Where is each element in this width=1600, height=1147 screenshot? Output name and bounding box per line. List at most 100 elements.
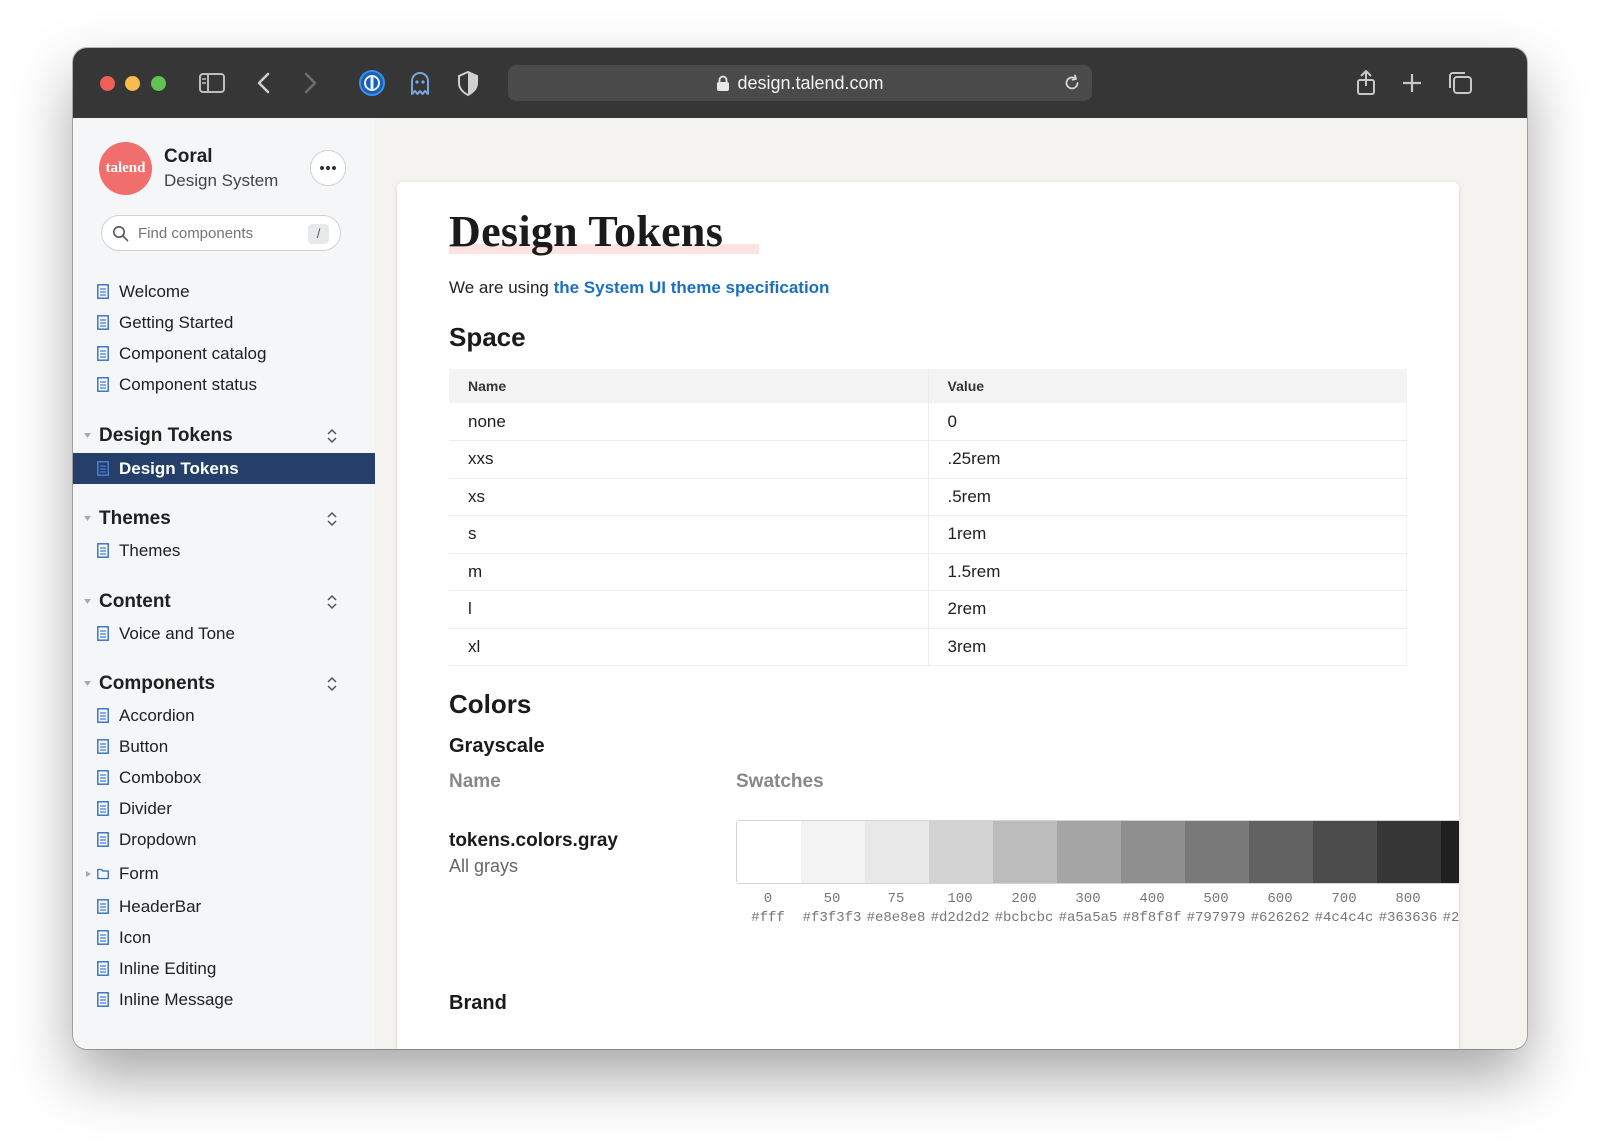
sidebar-toggle-icon[interactable] xyxy=(197,68,227,98)
color-swatch-400[interactable] xyxy=(1121,821,1185,883)
sidebar-item-getting-started[interactable]: Getting Started xyxy=(73,307,375,338)
document-icon xyxy=(97,961,109,976)
ghostery-icon[interactable] xyxy=(405,68,435,98)
color-swatch-500[interactable] xyxy=(1185,821,1249,883)
collapse-icon[interactable] xyxy=(325,594,339,610)
document-icon xyxy=(97,992,109,1007)
color-swatch-300[interactable] xyxy=(1057,821,1121,883)
brand-heading: Brand xyxy=(449,992,507,1014)
swatch-label-800: 800 #363636 xyxy=(1376,890,1440,928)
table-row: none 0 xyxy=(449,403,1407,441)
swatch-hex: #202020 xyxy=(1442,910,1459,926)
group-header-components[interactable]: Components xyxy=(73,669,375,699)
search-input[interactable] xyxy=(138,224,298,242)
gray-swatch-strip xyxy=(736,820,1459,884)
new-tab-icon[interactable] xyxy=(1397,68,1427,98)
collapse-icon[interactable] xyxy=(325,511,339,527)
sidebar-item-dropdown[interactable]: Dropdown xyxy=(73,824,375,855)
share-icon[interactable] xyxy=(1351,68,1381,98)
collapse-icon[interactable] xyxy=(325,428,339,444)
token-value-cell: 1.5rem xyxy=(927,553,1407,591)
sidebar-item-divider[interactable]: Divider xyxy=(73,793,375,824)
system-ui-spec-link[interactable]: the System UI theme specification xyxy=(554,278,830,297)
swatch-label-200: 200 #bcbcbc xyxy=(992,890,1056,928)
color-swatch-50[interactable] xyxy=(801,821,865,883)
privacy-shield-icon[interactable] xyxy=(453,68,483,98)
document-icon xyxy=(97,315,109,330)
sidebar-item-label: Component status xyxy=(119,374,257,394)
color-swatch-700[interactable] xyxy=(1313,821,1377,883)
password-manager-icon[interactable] xyxy=(357,68,387,98)
tab-overview-icon[interactable] xyxy=(1445,68,1475,98)
swatch-hex: #4c4c4c xyxy=(1314,910,1374,926)
sidebar-item-inline-editing[interactable]: Inline Editing xyxy=(73,953,375,984)
sidebar-item-inline-message[interactable]: Inline Message xyxy=(73,984,375,1015)
swatch-hex: #bcbcbc xyxy=(994,910,1054,926)
color-swatch-800[interactable] xyxy=(1377,821,1441,883)
token-value-cell: 2rem xyxy=(927,590,1407,629)
group-title: Components xyxy=(99,673,216,694)
space-table: Name Value none 0 xxs .25rem xs .5rem s 1rem… xyxy=(449,369,1407,666)
color-swatch-100[interactable] xyxy=(929,821,993,883)
sidebar: talend Coral Design System / Welcome Get… xyxy=(73,118,375,1049)
group-header-content[interactable]: Content xyxy=(73,587,375,617)
sidebar-item-label: Component catalog xyxy=(119,343,267,363)
brand-subtitle: Design System xyxy=(164,171,279,190)
sidebar-item-design-tokens[interactable]: Design Tokens xyxy=(73,453,375,484)
swatch-label-400: 400 #8f8f8f xyxy=(1120,890,1184,928)
grayscale-heading: Grayscale xyxy=(449,735,545,757)
sidebar-item-label: Welcome xyxy=(119,281,190,301)
sidebar-item-themes[interactable]: Themes xyxy=(73,535,375,566)
forward-icon[interactable] xyxy=(295,68,325,98)
sidebar-item-component-status[interactable]: Component status xyxy=(73,369,375,400)
document-icon xyxy=(97,708,109,723)
sidebar-item-label: Voice and Tone xyxy=(119,623,235,643)
sidebar-item-icon[interactable]: Icon xyxy=(73,922,375,953)
sidebar-item-button[interactable]: Button xyxy=(73,731,375,762)
caret-right-icon xyxy=(86,871,91,877)
color-swatch-900[interactable] xyxy=(1441,821,1459,883)
table-row: l 2rem xyxy=(449,590,1407,629)
more-options-button[interactable] xyxy=(310,150,346,186)
search-box[interactable]: / xyxy=(101,215,341,251)
color-swatch-600[interactable] xyxy=(1249,821,1313,883)
group-header-design-tokens[interactable]: Design Tokens xyxy=(73,421,375,451)
group-header-themes[interactable]: Themes xyxy=(73,504,375,534)
token-value-cell: .5rem xyxy=(927,478,1407,516)
color-swatch-0[interactable] xyxy=(737,821,801,883)
sidebar-item-welcome[interactable]: Welcome xyxy=(73,276,375,307)
address-bar[interactable]: design.talend.com xyxy=(508,65,1092,101)
close-window-button[interactable] xyxy=(100,76,115,91)
brand-logo[interactable]: talend xyxy=(99,142,152,195)
back-icon[interactable] xyxy=(249,68,279,98)
sidebar-item-accordion[interactable]: Accordion xyxy=(73,700,375,731)
swatch-step: 300 xyxy=(1075,891,1101,907)
space-heading: Space xyxy=(449,322,526,352)
token-name-cell: xl xyxy=(449,628,928,666)
color-token-description: All grays xyxy=(449,856,519,876)
sidebar-item-component-catalog[interactable]: Component catalog xyxy=(73,338,375,369)
table-row: xs .5rem xyxy=(449,478,1407,516)
swatch-step: 200 xyxy=(1011,891,1037,907)
swatch-label-700: 700 #4c4c4c xyxy=(1312,890,1376,928)
sidebar-item-headerbar[interactable]: HeaderBar xyxy=(73,891,375,922)
swatch-step: 700 xyxy=(1331,891,1357,907)
caret-down-icon xyxy=(84,516,91,521)
minimize-window-button[interactable] xyxy=(125,76,140,91)
sidebar-item-combobox[interactable]: Combobox xyxy=(73,762,375,793)
caret-down-icon xyxy=(84,599,91,604)
lock-icon xyxy=(717,75,730,91)
color-swatch-75[interactable] xyxy=(865,821,929,883)
maximize-window-button[interactable] xyxy=(151,76,166,91)
colors-heading: Colors xyxy=(449,689,532,719)
column-header-name: Name xyxy=(449,369,928,403)
color-swatch-200[interactable] xyxy=(993,821,1057,883)
sidebar-folder-form[interactable]: Form xyxy=(73,858,375,889)
reload-icon[interactable] xyxy=(1062,73,1082,93)
expand-icon[interactable] xyxy=(325,676,339,692)
swatch-label-600: 600 #626262 xyxy=(1248,890,1312,928)
group-title: Design Tokens xyxy=(99,425,233,446)
intro-text: We are using xyxy=(449,278,554,297)
url-text: design.talend.com xyxy=(737,72,884,93)
sidebar-item-voice-and-tone[interactable]: Voice and Tone xyxy=(73,618,375,649)
